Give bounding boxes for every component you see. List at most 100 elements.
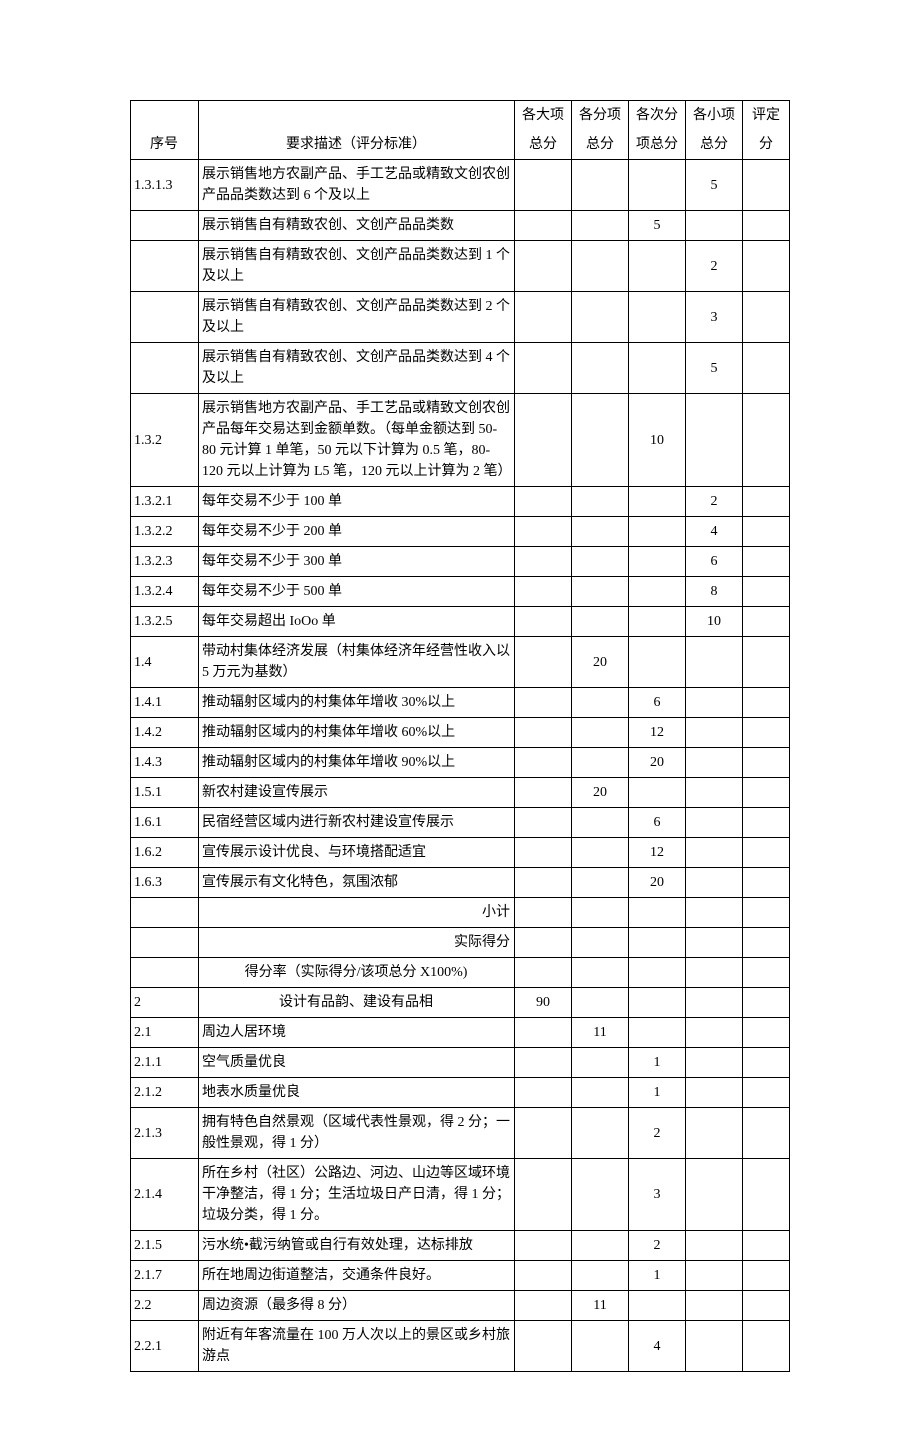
table-row: 1.3.1.3展示销售地方农副产品、手工艺品或精致文创农创产品品类数达到 6 个…	[131, 160, 790, 211]
cell-c3: 12	[629, 718, 686, 748]
cell-seq: 2.1.3	[131, 1108, 199, 1159]
cell-c5	[743, 160, 790, 211]
table-row: 2.1.4所在乡村（社区）公路边、河边、山边等区域环境干净整洁，得 1 分；生活…	[131, 1159, 790, 1231]
cell-c1	[515, 1018, 572, 1048]
cell-c2	[572, 394, 629, 487]
cell-c4	[686, 1048, 743, 1078]
cell-desc: 带动村集体经济发展（村集体经济年经营性收入以 5 万元为基数）	[199, 637, 515, 688]
cell-c2	[572, 160, 629, 211]
cell-desc: 推动辐射区域内的村集体年增收 30%以上	[199, 688, 515, 718]
cell-c5	[743, 868, 790, 898]
table-row: 1.6.1民宿经营区域内进行新农村建设宣传展示6	[131, 808, 790, 838]
cell-c3	[629, 160, 686, 211]
table-row: 展示销售自有精致农创、文创产品品类数5	[131, 211, 790, 241]
table-row: 小计	[131, 898, 790, 928]
cell-c1	[515, 343, 572, 394]
table-row: 展示销售自有精致农创、文创产品品类数达到 2 个及以上3	[131, 292, 790, 343]
cell-seq: 1.3.2.3	[131, 547, 199, 577]
cell-c1	[515, 1231, 572, 1261]
cell-c3	[629, 898, 686, 928]
cell-c3: 3	[629, 1159, 686, 1231]
cell-c4: 10	[686, 607, 743, 637]
cell-c2: 11	[572, 1291, 629, 1321]
table-row: 2.1周边人居环境11	[131, 1018, 790, 1048]
cell-c1	[515, 394, 572, 487]
cell-desc: 附近有年客流量在 100 万人次以上的景区或乡村旅游点	[199, 1321, 515, 1372]
cell-desc: 污水统•截污纳管或自行有效处理，达标排放	[199, 1231, 515, 1261]
header-c4b: 总分	[686, 130, 743, 160]
cell-c3	[629, 577, 686, 607]
cell-c5	[743, 748, 790, 778]
cell-seq	[131, 211, 199, 241]
cell-c4	[686, 1261, 743, 1291]
cell-desc: 展示销售自有精致农创、文创产品品类数	[199, 211, 515, 241]
cell-c2	[572, 211, 629, 241]
cell-c4	[686, 1291, 743, 1321]
header-c3a: 各次分	[629, 101, 686, 131]
cell-c2	[572, 688, 629, 718]
cell-c2	[572, 607, 629, 637]
cell-c2	[572, 1321, 629, 1372]
cell-c4	[686, 868, 743, 898]
cell-seq	[131, 898, 199, 928]
cell-c5	[743, 394, 790, 487]
header-seq: 序号	[131, 101, 199, 160]
cell-c5	[743, 1159, 790, 1231]
cell-seq: 1.6.2	[131, 838, 199, 868]
cell-seq: 2.1.2	[131, 1078, 199, 1108]
cell-c1	[515, 637, 572, 688]
cell-desc: 拥有特色自然景观（区域代表性景观，得 2 分；一般性景观，得 1 分）	[199, 1108, 515, 1159]
cell-c5	[743, 1018, 790, 1048]
cell-c3	[629, 292, 686, 343]
table-row: 1.3.2展示销售地方农副产品、手工艺品或精致文创农创产品每年交易达到金额单数。…	[131, 394, 790, 487]
cell-desc: 展示销售自有精致农创、文创产品品类数达到 1 个及以上	[199, 241, 515, 292]
cell-c3: 12	[629, 838, 686, 868]
header-c3b: 项总分	[629, 130, 686, 160]
table-row: 1.4带动村集体经济发展（村集体经济年经营性收入以 5 万元为基数）20	[131, 637, 790, 688]
table-row: 1.3.2.2每年交易不少于 200 单4	[131, 517, 790, 547]
table-row: 展示销售自有精致农创、文创产品品类数达到 1 个及以上2	[131, 241, 790, 292]
cell-c2	[572, 241, 629, 292]
cell-desc: 推动辐射区域内的村集体年增收 90%以上	[199, 748, 515, 778]
cell-c4	[686, 1108, 743, 1159]
cell-seq	[131, 343, 199, 394]
cell-seq: 2	[131, 988, 199, 1018]
cell-c2	[572, 808, 629, 838]
cell-c2	[572, 343, 629, 394]
cell-seq: 1.3.2.5	[131, 607, 199, 637]
cell-c1	[515, 1321, 572, 1372]
cell-c1	[515, 211, 572, 241]
cell-c3: 6	[629, 808, 686, 838]
cell-c2	[572, 1261, 629, 1291]
cell-c1	[515, 718, 572, 748]
cell-c4	[686, 808, 743, 838]
cell-seq: 1.3.2.2	[131, 517, 199, 547]
table-row: 1.3.2.1每年交易不少于 100 单2	[131, 487, 790, 517]
cell-c1	[515, 607, 572, 637]
cell-c2	[572, 547, 629, 577]
cell-c1	[515, 778, 572, 808]
cell-c3: 4	[629, 1321, 686, 1372]
cell-seq: 1.4.1	[131, 688, 199, 718]
cell-desc: 每年交易不少于 200 单	[199, 517, 515, 547]
cell-c5	[743, 607, 790, 637]
cell-c2	[572, 838, 629, 868]
cell-seq: 1.5.1	[131, 778, 199, 808]
cell-c4	[686, 1078, 743, 1108]
table-row: 展示销售自有精致农创、文创产品品类数达到 4 个及以上5	[131, 343, 790, 394]
cell-c2	[572, 1078, 629, 1108]
cell-desc: 宣传展示设计优良、与环境搭配适宜	[199, 838, 515, 868]
cell-c2: 20	[572, 637, 629, 688]
cell-c2	[572, 1231, 629, 1261]
cell-c2	[572, 718, 629, 748]
cell-c1: 90	[515, 988, 572, 1018]
table-row: 2.1.5污水统•截污纳管或自行有效处理，达标排放2	[131, 1231, 790, 1261]
cell-c3: 1	[629, 1261, 686, 1291]
cell-c5	[743, 688, 790, 718]
cell-c3: 1	[629, 1048, 686, 1078]
cell-c2	[572, 1108, 629, 1159]
cell-c4: 3	[686, 292, 743, 343]
cell-seq: 2.2	[131, 1291, 199, 1321]
cell-c4: 8	[686, 577, 743, 607]
cell-seq: 2.1.1	[131, 1048, 199, 1078]
